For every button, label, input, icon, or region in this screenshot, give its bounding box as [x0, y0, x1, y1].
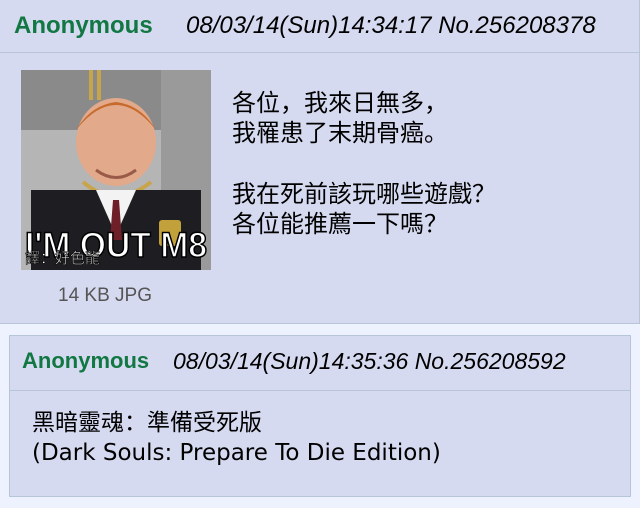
poster-name: Anonymous: [22, 348, 150, 373]
post-comment: 各位，我來日無多， 我罹患了末期骨癌。 我在死前該玩哪些遊戲？ 各位能推薦一下嗎…: [232, 88, 496, 239]
post-256208592: Anonymous 08/03/14(Sun)14:35:36 No.25620…: [9, 335, 631, 497]
post-header: Anonymous 08/03/14(Sun)14:34:17 No.25620…: [0, 0, 639, 53]
post-256208378: Anonymous 08/03/14(Sun)14:34:17 No.25620…: [0, 0, 640, 324]
post-thumbnail[interactable]: I'M OUT M8 譯：好色龍: [21, 70, 211, 270]
file-info[interactable]: 14 KB JPG: [58, 285, 152, 307]
post-meta[interactable]: 08/03/14(Sun)14:35:36 No.256208592: [173, 348, 566, 375]
comment-line: 我罹患了末期骨癌。: [232, 119, 448, 147]
translator-credit: 譯：好色龍: [25, 249, 100, 267]
comment-line: (Dark Souls: Prepare To Die Edition): [32, 440, 441, 466]
meme-image: I'M OUT M8 譯：好色龍: [21, 70, 211, 270]
post-comment: 黑暗靈魂：準備受死版 (Dark Souls: Prepare To Die E…: [32, 408, 441, 468]
comment-line: 各位能推薦一下嗎？: [232, 210, 448, 238]
comment-blank-line: [232, 148, 496, 179]
comment-line: 黑暗靈魂：準備受死版: [32, 410, 262, 436]
poster-name: Anonymous: [14, 12, 153, 39]
comment-line: 各位，我來日無多，: [232, 89, 448, 117]
post-meta[interactable]: 08/03/14(Sun)14:34:17 No.256208378: [186, 12, 596, 40]
post-header: Anonymous 08/03/14(Sun)14:35:36 No.25620…: [10, 336, 630, 391]
comment-line: 我在死前該玩哪些遊戲？: [232, 180, 496, 208]
